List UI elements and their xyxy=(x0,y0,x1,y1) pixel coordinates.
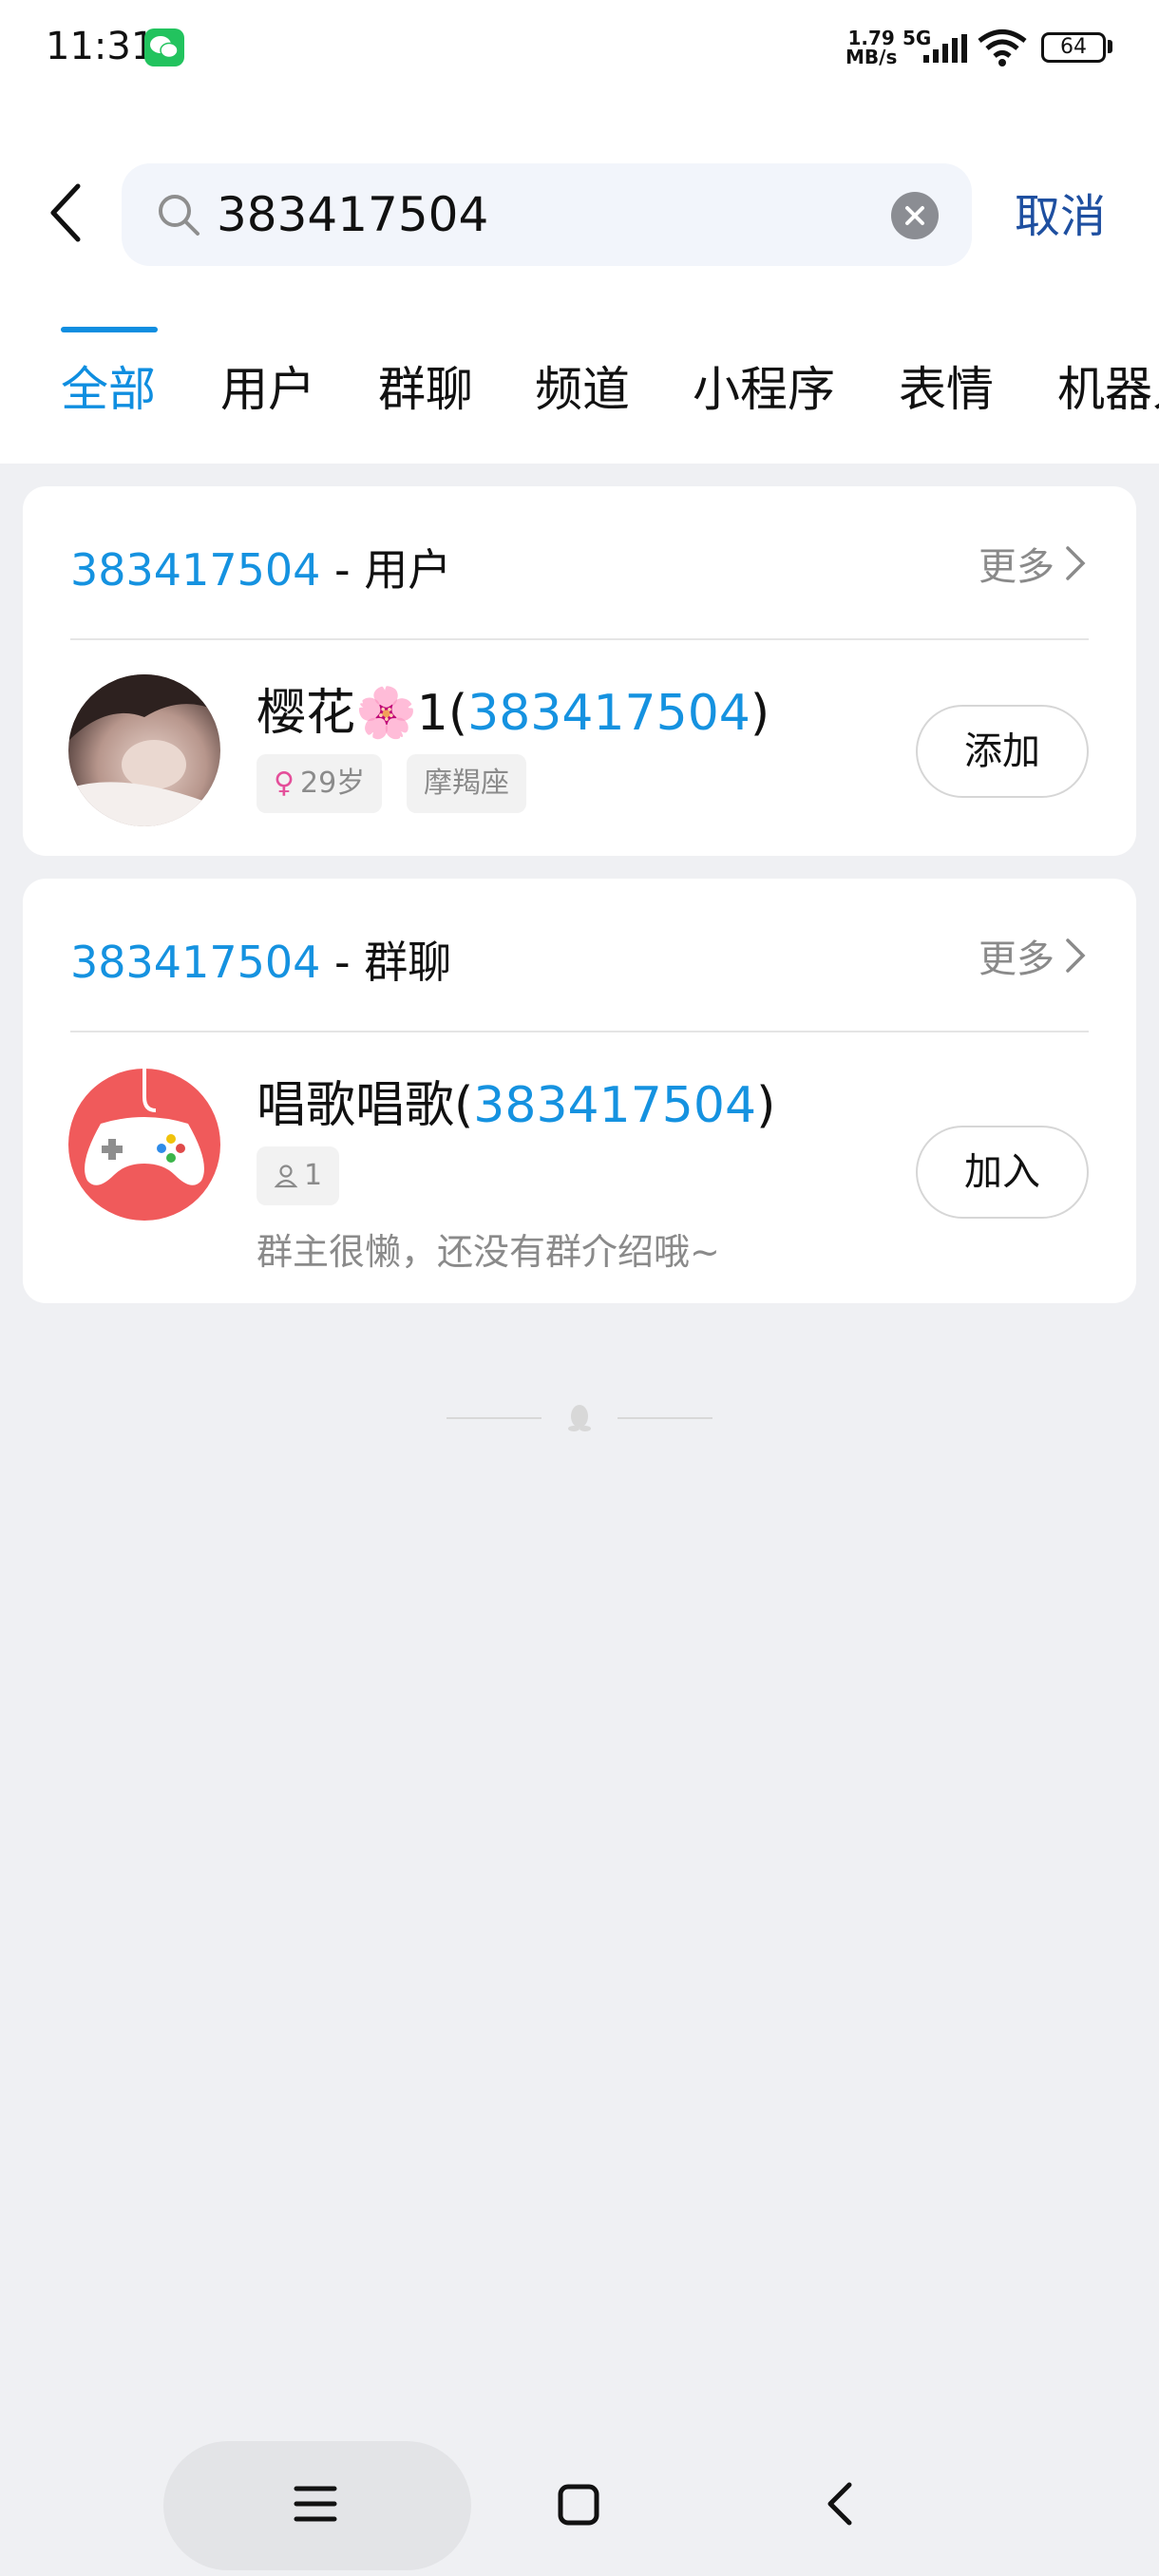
add-friend-button[interactable]: 添加 xyxy=(916,705,1089,798)
more-label: 更多 xyxy=(978,938,1054,981)
section-title: 383417504 - 用户 xyxy=(70,536,451,598)
home-icon[interactable] xyxy=(557,2483,600,2527)
wifi-icon xyxy=(978,29,1027,66)
system-navigation-bar xyxy=(0,2432,1159,2576)
tab-mini-programs[interactable]: 小程序 xyxy=(693,351,835,420)
tab-channels[interactable]: 频道 xyxy=(535,351,630,420)
more-groups-link[interactable]: 更多 xyxy=(978,928,1087,983)
net-speed: 1.79 MB/s xyxy=(846,28,897,66)
close-icon xyxy=(905,206,924,225)
divider xyxy=(446,1417,542,1419)
menu-icon[interactable] xyxy=(293,2483,338,2525)
more-label: 更多 xyxy=(978,545,1054,589)
clear-search-button[interactable] xyxy=(891,192,939,239)
net-speed-value: 1.79 xyxy=(847,27,895,49)
wechat-notification-icon xyxy=(144,28,184,66)
user-name-prefix: 樱花🌸1( xyxy=(256,685,468,742)
section-type: - 群聊 xyxy=(320,937,452,988)
section-title: 383417504 - 群聊 xyxy=(70,928,451,991)
search-header: 取消 全部 用户 群聊 频道 小程序 表情 机器人 xyxy=(0,95,1159,464)
group-results-card: 383417504 - 群聊 更多 唱歌唱歌(383417504) 1 加入 群… xyxy=(23,879,1136,1303)
search-box[interactable] xyxy=(122,163,972,266)
section-type: - 用户 xyxy=(320,544,452,596)
group-name-suffix: ) xyxy=(756,1077,776,1134)
divider xyxy=(70,1031,1089,1032)
group-name-id: 383417504 xyxy=(473,1077,757,1134)
tab-all[interactable]: 全部 xyxy=(61,351,156,420)
search-input[interactable] xyxy=(217,179,882,251)
tab-users[interactable]: 用户 xyxy=(220,351,315,420)
tab-bots[interactable]: 机器人 xyxy=(1057,351,1159,420)
person-icon xyxy=(274,1165,298,1188)
user-age-tag: ♀ 29岁 xyxy=(256,754,383,813)
status-bar: 11:31 1.79 MB/s 5G 64 xyxy=(0,0,1159,95)
penguin-icon xyxy=(568,1405,591,1431)
member-count-tag: 1 xyxy=(256,1146,340,1205)
section-query: 383417504 xyxy=(70,937,321,988)
user-name[interactable]: 樱花🌸1(383417504) xyxy=(256,672,770,744)
user-age: 29岁 xyxy=(299,767,366,800)
back-nav-icon[interactable] xyxy=(821,2479,859,2529)
group-name[interactable]: 唱歌唱歌(383417504) xyxy=(256,1065,775,1136)
tab-stickers[interactable]: 表情 xyxy=(899,351,994,420)
group-avatar[interactable] xyxy=(68,1069,220,1221)
join-group-button[interactable]: 加入 xyxy=(916,1126,1089,1219)
battery-tip xyxy=(1108,40,1112,53)
section-query: 383417504 xyxy=(70,544,321,596)
group-description: 群主很懒，还没有群介绍哦~ xyxy=(256,1231,720,1273)
user-name-id: 383417504 xyxy=(467,685,750,742)
more-users-link[interactable]: 更多 xyxy=(978,536,1087,591)
back-arrow-icon[interactable] xyxy=(42,175,95,251)
search-results-screen: 11:31 1.79 MB/s 5G 64 383417504 取消 全部 用户… xyxy=(0,0,1159,2576)
tab-groups[interactable]: 群聊 xyxy=(378,351,473,420)
battery-icon: 64 xyxy=(1041,32,1106,63)
tab-bar: 全部 用户 群聊 频道 小程序 表情 机器人 xyxy=(0,351,1159,446)
search-icon xyxy=(159,195,200,236)
net-speed-unit: MB/s xyxy=(846,46,898,68)
gamepad-icon xyxy=(68,1069,220,1221)
group-name-prefix: 唱歌唱歌( xyxy=(256,1077,474,1134)
divider xyxy=(70,638,1089,640)
chevron-right-icon xyxy=(1066,938,1086,973)
user-name-suffix: ) xyxy=(750,685,770,742)
divider xyxy=(618,1417,712,1419)
signal-icon xyxy=(923,34,967,63)
end-of-results-marker xyxy=(446,1400,712,1438)
user-constellation-tag: 摩羯座 xyxy=(407,754,526,813)
status-time: 11:31 xyxy=(46,25,156,68)
female-icon: ♀ xyxy=(274,767,294,800)
user-avatar[interactable] xyxy=(68,674,220,826)
active-tab-indicator xyxy=(61,327,158,332)
cancel-button[interactable]: 取消 xyxy=(1015,179,1106,245)
member-count: 1 xyxy=(304,1159,323,1192)
user-results-card: 383417504 - 用户 更多 樱花🌸1(383417504) ♀ 29岁 … xyxy=(23,486,1136,856)
chevron-right-icon xyxy=(1066,546,1086,580)
